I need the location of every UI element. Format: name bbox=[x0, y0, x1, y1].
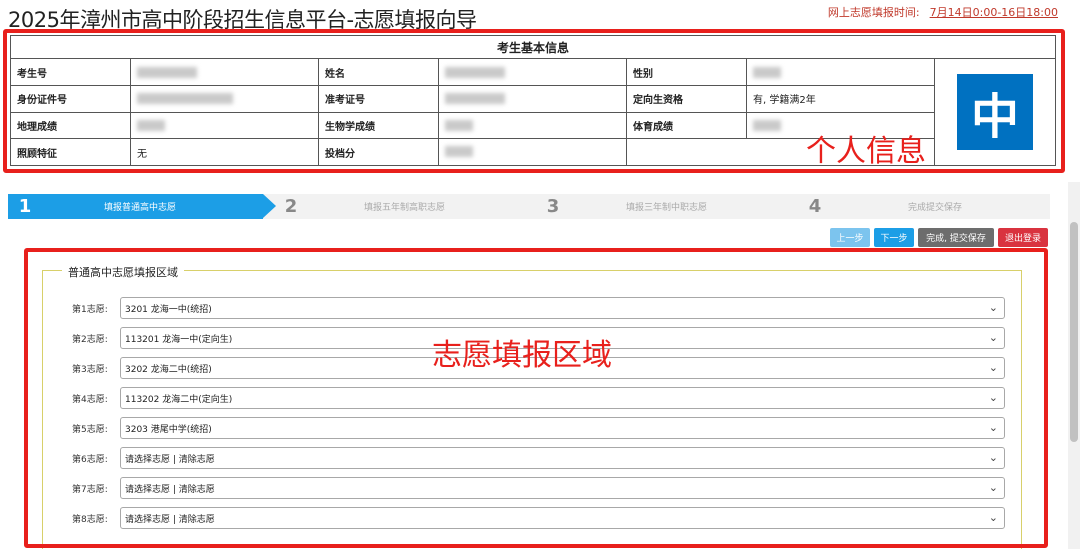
step-label: 填报三年制中职志愿 bbox=[626, 203, 708, 213]
step-number: 1 bbox=[18, 196, 32, 217]
time-label: 网上志愿填报时间: bbox=[827, 6, 920, 19]
enrollment-time-info: 网上志愿填报时间: 7月14日0:00-16日18:00 bbox=[828, 4, 1058, 20]
scrollbar-thumb[interactable] bbox=[1070, 222, 1078, 442]
step-4[interactable]: 4 完成提交保存 bbox=[798, 194, 962, 219]
step-3[interactable]: 3 填报三年制中职志愿 bbox=[536, 194, 707, 219]
wizard-steps: 1 填报普通高中志愿 2 填报五年制高职志愿 3 填报三年制中职志愿 4 完成提… bbox=[8, 194, 1050, 219]
personal-info-annotation: 个人信息 bbox=[806, 134, 926, 169]
volunteer-area-annotation: 志愿填报区域 bbox=[432, 338, 612, 373]
volunteer-area-highlight-box bbox=[24, 248, 1048, 548]
submit-save-button[interactable]: 完成, 提交保存 bbox=[918, 228, 994, 247]
time-value-link[interactable]: 7月14日0:00-16日18:00 bbox=[930, 6, 1058, 19]
step-label: 完成提交保存 bbox=[908, 203, 963, 213]
step-1: 1 填报普通高中志愿 bbox=[8, 194, 176, 219]
step-2[interactable]: 2 填报五年制高职志愿 bbox=[274, 194, 445, 219]
step-label: 填报普通高中志愿 bbox=[104, 203, 177, 213]
step-number: 4 bbox=[808, 196, 822, 217]
step-number: 2 bbox=[284, 196, 298, 217]
page-scrollbar[interactable] bbox=[1068, 182, 1080, 549]
logout-button[interactable]: 退出登录 bbox=[998, 228, 1048, 247]
prev-step-button[interactable]: 上一步 bbox=[830, 228, 870, 247]
step-label: 填报五年制高职志愿 bbox=[364, 203, 446, 213]
step-number: 3 bbox=[546, 196, 560, 217]
next-step-button[interactable]: 下一步 bbox=[874, 228, 914, 247]
step-1-active[interactable]: 1 填报普通高中志愿 bbox=[8, 194, 276, 219]
